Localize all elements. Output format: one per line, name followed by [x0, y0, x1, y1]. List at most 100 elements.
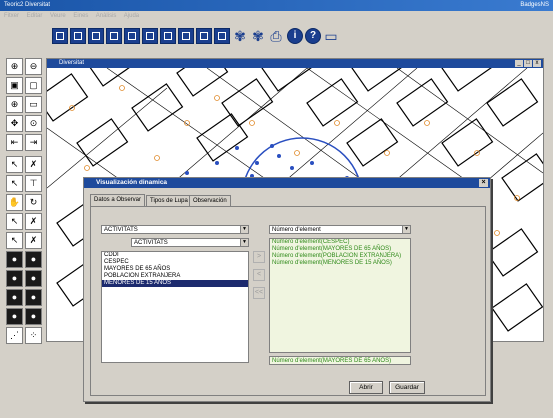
zoom-extent-icon[interactable]: ▢	[25, 77, 42, 94]
list-item[interactable]: POBLACION EXTRANJERA	[102, 273, 248, 280]
select-point-icon[interactable]: ↖	[6, 175, 23, 192]
move-left-icon[interactable]: ⇤	[6, 134, 23, 151]
list-item[interactable]: CESPEC	[102, 259, 248, 266]
menu-item-file[interactable]: Fitxer	[4, 13, 19, 19]
add-button[interactable]: >	[253, 251, 265, 263]
open-button[interactable]: Abrir	[349, 381, 383, 394]
list-item[interactable]: Número d'element(POBLACION EXTRANJERA)	[270, 253, 410, 260]
center-icon[interactable]: ⊙	[25, 115, 42, 132]
columns-icon[interactable]	[106, 28, 122, 44]
chosen-variables-list[interactable]: Número d'element(CESPEC) Número d'elemen…	[269, 238, 411, 353]
menu-item-view[interactable]: Veure	[50, 13, 66, 19]
remove-all-button[interactable]: <<	[253, 287, 265, 299]
node-link-icon[interactable]: ●	[25, 308, 42, 325]
menu-item-analysis[interactable]: Anàlisis	[96, 13, 117, 19]
map-node	[249, 120, 255, 126]
drag-icon[interactable]: ✋	[6, 194, 23, 211]
node-merge-icon[interactable]: ●	[25, 289, 42, 306]
zoom-in-icon[interactable]: ⊕	[6, 58, 23, 75]
dialog-title: Visualización dinamica ×	[84, 178, 490, 188]
map-point	[215, 161, 219, 165]
pointer-icon[interactable]: ↖	[6, 156, 23, 173]
map-point	[270, 144, 274, 148]
table-icon[interactable]	[88, 28, 104, 44]
node-split-icon[interactable]: ●	[6, 289, 23, 306]
node-add-icon[interactable]: ●	[25, 251, 42, 268]
map-block	[486, 78, 539, 127]
rotate-icon[interactable]: ↻	[25, 194, 42, 211]
dialog-title-text: Visualización dinamica	[96, 179, 168, 186]
comment-icon[interactable]: ▭	[323, 28, 339, 44]
map-block	[76, 118, 129, 167]
delete-icon[interactable]: ✗	[25, 213, 42, 230]
menu-item-edit[interactable]: Editar	[27, 13, 43, 19]
info-icon[interactable]: i	[287, 28, 303, 44]
variables-list[interactable]: CDDI CESPEC MAYORES DE 65 AÑOS POBLACION…	[101, 251, 249, 363]
select-layer-icon[interactable]: ↖	[6, 232, 23, 249]
sublayer-select[interactable]: ACTIVITATS ▼	[131, 238, 249, 247]
map-street	[47, 87, 168, 189]
menu-item-help[interactable]: Ajuda	[124, 13, 139, 19]
map-point	[277, 154, 281, 158]
list-item[interactable]: MAYORES DE 65 AÑOS	[102, 266, 248, 273]
sublayer-select-value: ACTIVITATS	[134, 240, 168, 246]
pointer-cross-icon[interactable]: ✗	[25, 156, 42, 173]
map-block	[346, 118, 399, 167]
list-item[interactable]: CDDI	[102, 252, 248, 259]
pan-icon[interactable]: ✥	[6, 115, 23, 132]
move-right-icon[interactable]: ⇥	[25, 134, 42, 151]
zoom-point-icon[interactable]: ⊕	[6, 96, 23, 113]
maximize-icon[interactable]: □	[524, 60, 532, 67]
list-item[interactable]: Número d'element(MAYORES DE 65 AÑOS)	[270, 246, 410, 253]
menu-bar: Fitxer Editar Veure Eines Anàlisis Ajuda	[0, 11, 553, 21]
layer-select[interactable]: ACTIVITATS ▼	[101, 225, 249, 234]
print-icon[interactable]: ⎙	[268, 28, 284, 44]
chevron-down-icon[interactable]: ▼	[402, 226, 410, 233]
frame-icon[interactable]: ▭	[25, 96, 42, 113]
map-block	[261, 68, 314, 92]
help-icon[interactable]: ?	[305, 28, 321, 44]
function-select-value: Número d'element	[272, 227, 321, 233]
node-edit-icon[interactable]: ●	[6, 251, 23, 268]
grid-icon[interactable]	[214, 28, 230, 44]
select-area-icon[interactable]	[178, 28, 194, 44]
minimize-icon[interactable]: _	[515, 60, 523, 67]
map-layer-icon[interactable]	[124, 28, 140, 44]
scale-icon[interactable]	[160, 28, 176, 44]
node-info-icon[interactable]: ●	[6, 308, 23, 325]
list-item[interactable]: Número d'element(MENORES DE 15 AÑOS)	[270, 260, 410, 267]
node-delete-icon[interactable]: ●	[25, 270, 42, 287]
chevron-down-icon[interactable]: ▼	[240, 239, 248, 246]
open-layer-icon[interactable]	[70, 28, 86, 44]
node-move-icon[interactable]: ●	[6, 270, 23, 287]
function-select[interactable]: Número d'element ▼	[269, 225, 411, 234]
butterfly-icon[interactable]: ✾	[232, 28, 248, 44]
app-title-right: BadgesNS	[520, 2, 549, 8]
remove-button[interactable]: <	[253, 269, 265, 281]
select-icon[interactable]: ↖	[6, 213, 23, 230]
zoom-out-icon[interactable]: ⊖	[25, 58, 42, 75]
zoom-window-icon[interactable]: ▣	[6, 77, 23, 94]
butterfly-alt-icon[interactable]: ✾	[250, 28, 266, 44]
tab-lens-types[interactable]: Tipos de Lupa	[146, 195, 192, 206]
film-icon[interactable]	[196, 28, 212, 44]
map-node	[154, 155, 160, 161]
dialog-close-button[interactable]: ×	[479, 179, 488, 187]
list-item[interactable]: Número d'element(CESPEC)	[270, 239, 410, 246]
new-document-icon[interactable]	[52, 28, 68, 44]
save-button[interactable]: Guardar	[389, 381, 425, 394]
dynamic-visualization-dialog: Visualización dinamica × Datos a Observa…	[83, 177, 491, 402]
map-block	[176, 68, 229, 97]
draw-line-icon[interactable]: ⋰	[6, 327, 23, 344]
menu-item-tools[interactable]: Eines	[73, 13, 88, 19]
map-street	[386, 68, 528, 189]
legend-icon[interactable]	[142, 28, 158, 44]
tab-observation[interactable]: Observación	[189, 195, 231, 206]
draw-points-icon[interactable]: ⁘	[25, 327, 42, 344]
close-icon[interactable]: x	[533, 60, 541, 67]
expression-field[interactable]: Número d'element(MAYORES DE 65 AÑOS)	[269, 356, 411, 365]
deselect-icon[interactable]: ✗	[25, 232, 42, 249]
list-item-selected[interactable]: MENORES DE 15 AÑOS	[102, 280, 248, 287]
measure-icon[interactable]: ⊤	[25, 175, 42, 192]
chevron-down-icon[interactable]: ▼	[240, 226, 248, 233]
